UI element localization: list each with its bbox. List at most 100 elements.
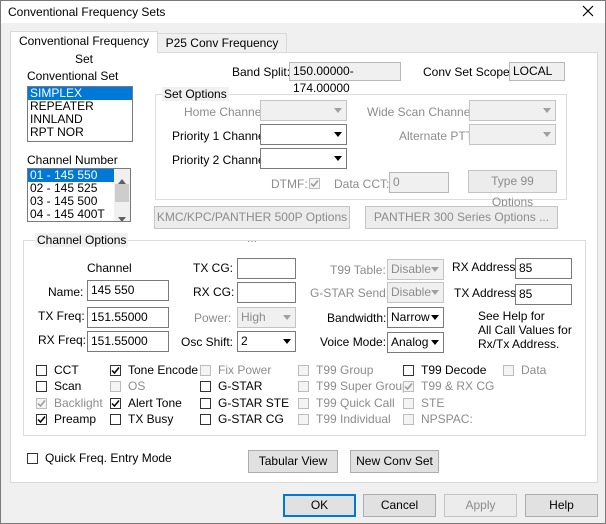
name-field[interactable]: 145 550 [87,280,169,301]
osc-shift-select[interactable]: 2 [237,331,296,352]
bandwidth-label: Bandwidth: [327,311,387,325]
tx-cg-field[interactable] [237,258,296,279]
power-select[interactable]: High [237,307,296,328]
conv-set-scope-field: LOCAL [509,62,565,81]
checkbox-box [298,397,309,409]
ste-checkbox[interactable]: STE [403,395,444,411]
bandwidth-select[interactable]: Narrow [387,307,444,328]
priority-1-channel-select[interactable] [260,124,347,145]
checkbox-box [200,364,211,376]
chevron-down-icon [539,101,555,120]
close-icon[interactable] [580,3,596,19]
voice-mode-select[interactable]: Analog [387,332,444,353]
checkbox-box [110,380,121,392]
rx-cg-field[interactable] [237,282,296,303]
list-scrollbar[interactable] [114,169,130,221]
preamp-checkbox[interactable]: Preamp [36,411,96,427]
checkbox-label: Quick Freq. Entry Mode [45,451,172,465]
backlight-checkbox[interactable]: Backlight [36,395,103,411]
chevron-down-icon [279,332,295,351]
tab-p25-conv-frequency-set[interactable]: P25 Conv Frequency Set [157,33,287,68]
checkbox-label: T99 Decode [421,363,487,377]
checkbox-label: Tone Encode [128,363,199,377]
tone-encode-checkbox[interactable]: Tone Encode [110,362,198,378]
checkbox-label: Backlight [54,396,103,410]
tx-busy-checkbox[interactable]: TX Busy [110,411,173,427]
tab-conventional-frequency-set[interactable]: Conventional Frequency Set [10,31,158,66]
gstar-cg-checkbox[interactable]: G-STAR CG [200,411,284,427]
checkbox-box [36,364,47,376]
channel-number-list[interactable]: 01 - 145 550 02 - 145 525 03 - 145 500 0… [27,168,131,222]
checkbox-label: G-STAR CG [218,412,284,426]
checkbox-label: G-STAR STE [218,396,290,410]
list-item[interactable]: RPT NOR [28,126,132,139]
checkbox-box [110,413,121,425]
alternate-ptt-select[interactable] [469,124,556,145]
help-button[interactable]: Help [525,494,598,517]
rx-address-field[interactable]: 85 [515,258,572,279]
os-checkbox[interactable]: OS [110,378,145,394]
scan-checkbox[interactable]: Scan [36,378,81,394]
tx-address-label: TX Address: [454,286,520,300]
checkbox-box [298,413,309,425]
priority-1-channel-label: Priority 1 Channel: [172,129,271,143]
t99-super-group-checkbox[interactable]: T99 Super Group [298,378,409,394]
alert-tone-checkbox[interactable]: Alert Tone [110,395,182,411]
apply-button[interactable]: Apply [444,494,517,517]
conventional-set-list[interactable]: SIMPLEX REPEATER INNLAND RPT NOR [27,86,133,142]
new-conv-set-button[interactable]: New Conv Set [350,450,439,473]
tx-freq-field[interactable]: 151.55000 [87,307,169,328]
t99-group-checkbox[interactable]: T99 Group [298,362,373,378]
channel-options-title: Channel Options [35,233,129,247]
data-cct-field[interactable]: 0 [389,172,449,193]
gstar-send-select[interactable]: Disable [387,282,444,303]
cancel-button[interactable]: Cancel [363,494,436,517]
chevron-down-icon [330,101,346,120]
t99-decode-checkbox[interactable]: T99 Decode [403,362,486,378]
scroll-down-icon[interactable] [118,211,126,221]
tabular-view-button[interactable]: Tabular View [248,450,338,473]
quick-freq-entry-checkbox[interactable]: Quick Freq. Entry Mode [27,450,172,466]
checkbox-label: T99 Individual [316,412,391,426]
ok-button[interactable]: OK [283,494,356,517]
voice-mode-value: Analog [391,335,429,349]
wide-scan-channel-select[interactable] [469,100,556,121]
scroll-thumb[interactable] [115,184,129,202]
cct-checkbox[interactable]: CCT [36,362,79,378]
gstar-ste-checkbox[interactable]: G-STAR STE [200,395,289,411]
fix-power-checkbox[interactable]: Fix Power [200,362,271,378]
checkbox-box [110,397,121,409]
priority-2-channel-select[interactable] [260,148,347,169]
rx-freq-field[interactable]: 151.55000 [87,331,169,352]
channel-number-label: Channel Number [27,153,118,167]
chevron-down-icon [539,125,555,144]
t99-table-select[interactable]: Disable [387,259,444,280]
home-channel-select[interactable] [260,100,347,121]
title-bar: Conventional Frequency Sets [1,1,605,23]
help-note-line-2: All Call Values for [478,323,572,337]
checkbox-box [36,397,47,409]
kmc-kpc-panther-500p-options-button[interactable]: KMC/KPC/PANTHER 500P Options ... [154,206,350,245]
npspac-checkbox[interactable]: NPSPAC: [403,411,473,427]
t99-quick-call-checkbox[interactable]: T99 Quick Call [298,395,395,411]
t99-rx-cg-checkbox[interactable]: T99 & RX CG [403,378,494,394]
window-title: Conventional Frequency Sets [8,5,166,19]
bandwidth-value: Narrow [391,310,430,324]
dtmf-checkbox[interactable] [309,175,327,191]
tx-address-field[interactable]: 85 [515,284,572,305]
t99-individual-checkbox[interactable]: T99 Individual [298,411,391,427]
gstar-checkbox[interactable]: G-STAR [200,378,262,394]
checkbox-box [403,397,414,409]
channel-header: Channel [87,261,132,275]
chevron-down-icon [279,308,295,327]
data-checkbox[interactable]: Data [503,362,546,378]
checkbox-label: Scan [54,379,82,393]
checkbox-box [503,364,514,376]
type-99-options-button[interactable]: Type 99 Options [468,170,557,209]
osc-shift-value: 2 [241,334,248,348]
checkbox-box [110,364,121,376]
checkbox-box [298,364,309,376]
priority-2-channel-label: Priority 2 Channel: [172,153,271,167]
panther-300-series-options-button[interactable]: PANTHER 300 Series Options ... [365,206,558,229]
checkbox-box [403,380,414,392]
